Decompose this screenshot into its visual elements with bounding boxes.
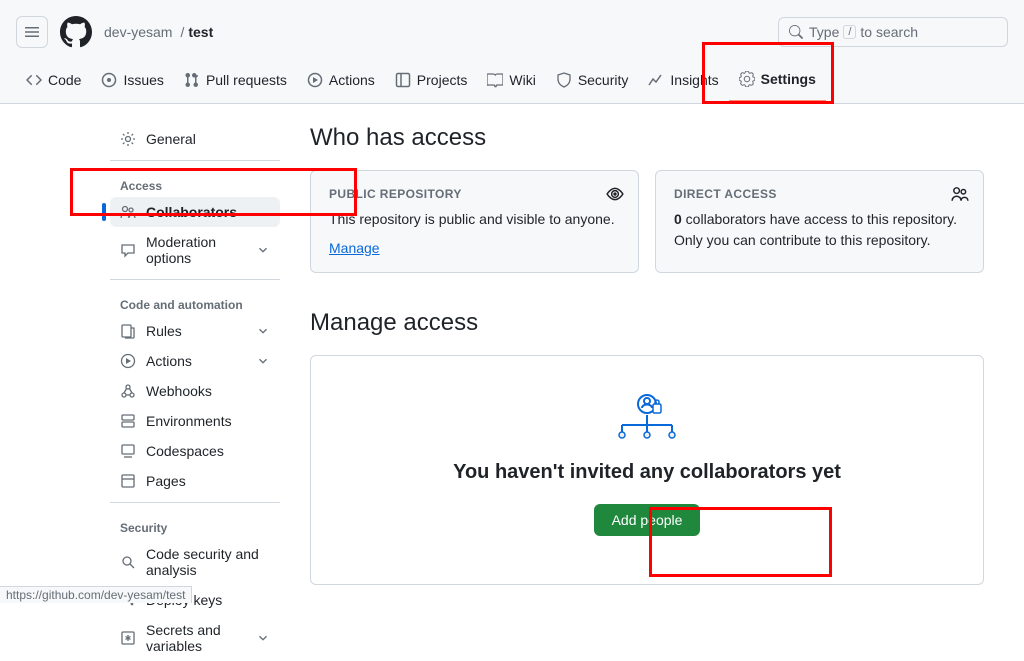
- search-kbd: /: [843, 25, 856, 39]
- sidebar-rules-label: Rules: [146, 323, 182, 339]
- who-has-access-heading: Who has access: [310, 124, 984, 152]
- chevron-down-icon: [256, 243, 270, 257]
- sidebar-item-general[interactable]: General: [110, 124, 280, 154]
- shield-icon: [556, 72, 572, 88]
- gear-icon: [120, 131, 136, 147]
- tab-actions[interactable]: Actions: [297, 58, 385, 102]
- browser-icon: [120, 473, 136, 489]
- tab-issues[interactable]: Issues: [91, 58, 173, 102]
- browser-status-bar: https://github.com/dev-yesam/test: [0, 586, 192, 603]
- repo-nav: Code Issues Pull requests Actions Projec…: [0, 56, 1024, 104]
- sidebar-item-collaborators[interactable]: Collaborators: [110, 197, 280, 227]
- tab-issues-label: Issues: [123, 72, 163, 88]
- public-repo-title: PUBLIC REPOSITORY: [329, 187, 620, 201]
- asterisk-icon: [120, 630, 136, 646]
- shield-search-icon: [120, 554, 136, 570]
- tab-insights-label: Insights: [670, 72, 718, 88]
- sidebar-secrets-label: Secrets and variables: [146, 622, 246, 654]
- sidebar-general-label: General: [146, 131, 196, 147]
- sidebar-environments-label: Environments: [146, 413, 232, 429]
- search-hint-pre: Type: [809, 24, 839, 40]
- codespaces-icon: [120, 443, 136, 459]
- manage-access-panel: You haven't invited any collaborators ye…: [310, 355, 984, 585]
- sidebar-item-codesec[interactable]: Code security and analysis: [110, 539, 280, 585]
- people-icon: [120, 204, 136, 220]
- sidebar-item-environments[interactable]: Environments: [110, 406, 280, 436]
- tab-code-label: Code: [48, 72, 81, 88]
- sidebar-actions-label: Actions: [146, 353, 192, 369]
- tab-wiki-label: Wiki: [509, 72, 535, 88]
- sidebar-item-pages[interactable]: Pages: [110, 466, 280, 496]
- sidebar-item-secrets[interactable]: Secrets and variables: [110, 615, 280, 661]
- people-icon: [951, 185, 969, 206]
- sidebar-codespaces-label: Codespaces: [146, 443, 224, 459]
- chevron-down-icon: [256, 324, 270, 338]
- hamburger-icon: [24, 24, 40, 40]
- sidebar-item-codespaces[interactable]: Codespaces: [110, 436, 280, 466]
- code-icon: [26, 72, 42, 88]
- add-people-button[interactable]: Add people: [594, 504, 701, 536]
- play-icon: [120, 353, 136, 369]
- breadcrumb-repo[interactable]: test: [188, 24, 213, 40]
- direct-access-body: 0 collaborators have access to this repo…: [674, 209, 965, 251]
- manage-access-heading: Manage access: [310, 309, 984, 337]
- tab-pull-label: Pull requests: [206, 72, 287, 88]
- breadcrumb-owner[interactable]: dev-yesam: [104, 24, 172, 40]
- sidebar-section-codeauto: Code and automation: [110, 286, 280, 316]
- sidebar-webhooks-label: Webhooks: [146, 383, 212, 399]
- chevron-down-icon: [256, 631, 270, 645]
- search-icon: [789, 25, 803, 39]
- tab-pull[interactable]: Pull requests: [174, 58, 297, 102]
- rules-icon: [120, 323, 136, 339]
- projects-icon: [395, 72, 411, 88]
- sidebar-pages-label: Pages: [146, 473, 186, 489]
- book-icon: [487, 72, 503, 88]
- direct-access-title: DIRECT ACCESS: [674, 187, 965, 201]
- empty-state-text: You haven't invited any collaborators ye…: [453, 461, 841, 484]
- tab-actions-label: Actions: [329, 72, 375, 88]
- comment-icon: [120, 242, 136, 258]
- sidebar-item-moderation[interactable]: Moderation options: [110, 227, 280, 273]
- graph-icon: [648, 72, 664, 88]
- sidebar-moderation-label: Moderation options: [146, 234, 246, 266]
- settings-sidebar: General Access Collaborators Moderation …: [0, 124, 300, 661]
- tab-projects-label: Projects: [417, 72, 468, 88]
- play-icon: [307, 72, 323, 88]
- issues-icon: [101, 72, 117, 88]
- tab-settings[interactable]: Settings: [729, 58, 826, 102]
- tab-projects[interactable]: Projects: [385, 58, 478, 102]
- hamburger-menu-button[interactable]: [16, 16, 48, 48]
- sidebar-section-access: Access: [110, 167, 280, 197]
- search-hint-post: to search: [860, 24, 918, 40]
- sidebar-item-webhooks[interactable]: Webhooks: [110, 376, 280, 406]
- sidebar-section-security: Security: [110, 509, 280, 539]
- pull-request-icon: [184, 72, 200, 88]
- direct-access-card: DIRECT ACCESS 0 collaborators have acces…: [655, 170, 984, 273]
- tab-security[interactable]: Security: [546, 58, 639, 102]
- manage-link[interactable]: Manage: [329, 240, 380, 256]
- sidebar-item-rules[interactable]: Rules: [110, 316, 280, 346]
- gear-icon: [739, 71, 755, 87]
- server-icon: [120, 413, 136, 429]
- github-logo[interactable]: [60, 16, 92, 48]
- tab-security-label: Security: [578, 72, 629, 88]
- breadcrumb-separator: /: [180, 24, 184, 40]
- public-repo-body: This repository is public and visible to…: [329, 209, 620, 230]
- webhook-icon: [120, 383, 136, 399]
- chevron-down-icon: [256, 354, 270, 368]
- sidebar-codesec-label: Code security and analysis: [146, 546, 270, 578]
- public-repository-card: PUBLIC REPOSITORY This repository is pub…: [310, 170, 639, 273]
- tab-code[interactable]: Code: [16, 58, 91, 102]
- sidebar-item-actions[interactable]: Actions: [110, 346, 280, 376]
- eye-icon: [606, 185, 624, 206]
- tab-insights[interactable]: Insights: [638, 58, 728, 102]
- sidebar-collaborators-label: Collaborators: [146, 204, 237, 220]
- tab-settings-label: Settings: [761, 71, 816, 87]
- collaborators-empty-illustration: [612, 390, 682, 443]
- tab-wiki[interactable]: Wiki: [477, 58, 545, 102]
- search-input[interactable]: Type / to search: [778, 17, 1008, 47]
- breadcrumb: dev-yesam / test: [104, 24, 213, 40]
